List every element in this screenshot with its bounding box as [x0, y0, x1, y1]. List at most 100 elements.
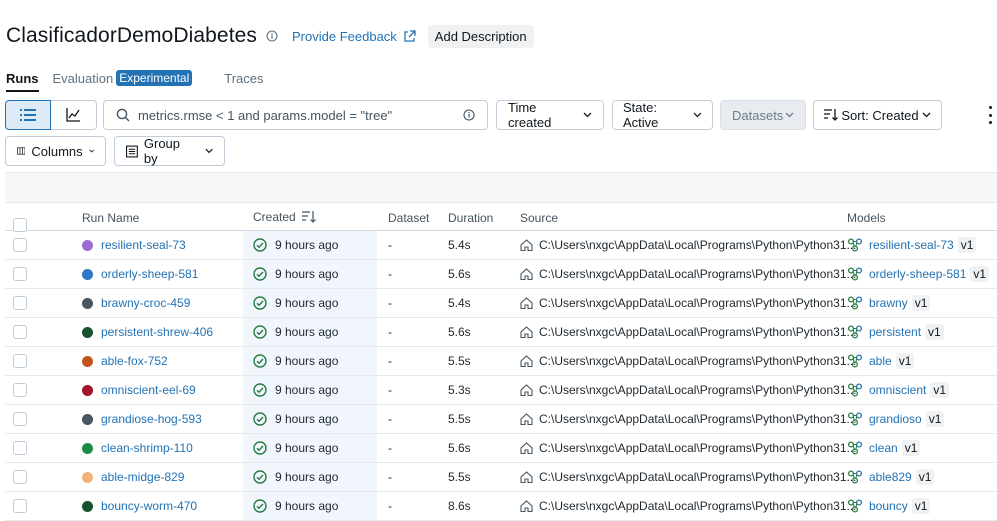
- run-name-link[interactable]: persistent-shrew-406: [101, 325, 213, 339]
- info-icon[interactable]: [266, 30, 278, 42]
- run-name-link[interactable]: omniscient-eel-69: [101, 383, 196, 397]
- run-name-cell[interactable]: able-midge-829: [82, 463, 184, 491]
- run-name-link[interactable]: able-midge-829: [101, 470, 184, 484]
- source-cell[interactable]: C:\Users\nxgc\AppData\Local\Programs\Pyt…: [520, 318, 857, 346]
- home-icon: [520, 355, 533, 367]
- sort-dropdown[interactable]: Sort: Created: [813, 100, 942, 130]
- header-dataset[interactable]: Dataset: [388, 211, 429, 225]
- created-time-text: 9 hours ago: [275, 441, 339, 455]
- models-cell[interactable]: omniscient v1: [847, 376, 950, 404]
- table-row[interactable]: orderly-sheep-581 9 hours ago - 5.6s C:\User…: [5, 260, 997, 289]
- table-header: Run Name Created Dataset Duration Source…: [5, 202, 997, 232]
- model-link[interactable]: brawny: [869, 296, 908, 310]
- header-run-name[interactable]: Run Name: [82, 211, 139, 225]
- table-row[interactable]: clean-shrimp-110 9 hours ago - 5.6s C:\Users…: [5, 434, 997, 463]
- model-link[interactable]: orderly-sheep-581: [869, 267, 966, 281]
- model-link[interactable]: persistent: [869, 325, 921, 339]
- columns-dropdown[interactable]: Columns: [5, 136, 106, 166]
- models-cell[interactable]: bouncy v1: [847, 492, 931, 520]
- check-circle-icon: [253, 499, 267, 513]
- table-row[interactable]: able-fox-752 9 hours ago - 5.5s C:\Users\nxg…: [5, 347, 997, 376]
- sort-descending-icon: [301, 211, 316, 223]
- search-input[interactable]: metrics.rmse < 1 and params.model = "tre…: [103, 100, 488, 130]
- models-cell[interactable]: orderly-sheep-581 v1: [847, 260, 990, 288]
- run-name-cell[interactable]: able-fox-752: [82, 347, 168, 375]
- models-cell[interactable]: brawny v1: [847, 289, 931, 317]
- models-cell[interactable]: resilient-seal-73 v1: [847, 231, 977, 259]
- table-row[interactable]: grandiose-hog-593 9 hours ago - 5.5s C:\User…: [5, 405, 997, 434]
- run-name-link[interactable]: clean-shrimp-110: [101, 441, 193, 455]
- add-description-button[interactable]: Add Description: [427, 24, 534, 48]
- tab-traces[interactable]: Traces: [224, 70, 263, 87]
- header-source[interactable]: Source: [520, 211, 558, 225]
- table-view-button[interactable]: [5, 100, 51, 130]
- row-checkbox[interactable]: [13, 347, 27, 375]
- models-cell[interactable]: able v1: [847, 347, 915, 375]
- source-cell[interactable]: C:\Users\nxgc\AppData\Local\Programs\Pyt…: [520, 463, 857, 491]
- page-title: ClasificadorDemoDiabetes: [6, 24, 258, 47]
- datasets-dropdown[interactable]: Datasets: [720, 100, 806, 130]
- source-cell[interactable]: C:\Users\nxgc\AppData\Local\Programs\Pyt…: [520, 434, 857, 462]
- model-link[interactable]: able: [869, 354, 892, 368]
- row-checkbox[interactable]: [13, 318, 27, 346]
- tab-runs[interactable]: Runs: [6, 70, 39, 92]
- run-name-cell[interactable]: grandiose-hog-593: [82, 405, 202, 433]
- run-name-cell[interactable]: persistent-shrew-406: [82, 318, 213, 346]
- model-link[interactable]: omniscient: [869, 383, 926, 397]
- more-options-icon[interactable]: [985, 106, 995, 124]
- model-link[interactable]: bouncy: [869, 499, 908, 513]
- model-link[interactable]: resilient-seal-73: [869, 238, 954, 252]
- table-row[interactable]: bouncy-worm-470 9 hours ago - 8.6s C:\Users\…: [5, 492, 997, 521]
- run-name-link[interactable]: resilient-seal-73: [101, 238, 186, 252]
- table-row[interactable]: persistent-shrew-406 9 hours ago - 5.6s C:\U…: [5, 318, 997, 347]
- models-cell[interactable]: persistent v1: [847, 318, 944, 346]
- row-checkbox[interactable]: [13, 376, 27, 404]
- models-cell[interactable]: clean v1: [847, 434, 921, 462]
- source-cell[interactable]: C:\Users\nxgc\AppData\Local\Programs\Pyt…: [520, 260, 857, 288]
- info-icon[interactable]: [463, 109, 475, 121]
- time-created-dropdown[interactable]: Time created: [496, 100, 604, 130]
- chart-view-button[interactable]: [51, 100, 97, 130]
- run-name-link[interactable]: grandiose-hog-593: [101, 412, 202, 426]
- header-created[interactable]: Created: [253, 210, 316, 224]
- row-checkbox[interactable]: [13, 405, 27, 433]
- row-checkbox[interactable]: [13, 463, 27, 491]
- source-cell[interactable]: C:\Users\nxgc\AppData\Local\Programs\Pyt…: [520, 289, 857, 317]
- run-name-cell[interactable]: resilient-seal-73: [82, 231, 186, 259]
- duration-cell: 5.6s: [448, 325, 471, 339]
- table-row[interactable]: omniscient-eel-69 9 hours ago - 5.3s C:\User…: [5, 376, 997, 405]
- group-by-dropdown[interactable]: Group by: [114, 136, 225, 166]
- run-name-link[interactable]: able-fox-752: [101, 354, 168, 368]
- model-link[interactable]: clean: [869, 441, 898, 455]
- table-row[interactable]: resilient-seal-73 9 hours ago - 5.4s C:\User…: [5, 231, 997, 260]
- tab-evaluation[interactable]: Evaluation Experimental: [53, 70, 193, 86]
- source-cell[interactable]: C:\Users\nxgc\AppData\Local\Programs\Pyt…: [520, 405, 857, 433]
- row-checkbox[interactable]: [13, 492, 27, 520]
- header-models[interactable]: Models: [847, 211, 886, 225]
- row-checkbox[interactable]: [13, 289, 27, 317]
- run-name-cell[interactable]: bouncy-worm-470: [82, 492, 197, 520]
- run-name-cell[interactable]: orderly-sheep-581: [82, 260, 198, 288]
- row-checkbox[interactable]: [13, 434, 27, 462]
- models-cell[interactable]: able829 v1: [847, 463, 935, 491]
- run-name-link[interactable]: brawny-croc-459: [101, 296, 190, 310]
- header-duration[interactable]: Duration: [448, 211, 493, 225]
- run-name-cell[interactable]: omniscient-eel-69: [82, 376, 196, 404]
- model-link[interactable]: able829: [869, 470, 912, 484]
- row-checkbox[interactable]: [13, 231, 27, 259]
- table-row[interactable]: brawny-croc-459 9 hours ago - 5.4s C:\Users\…: [5, 289, 997, 318]
- run-name-cell[interactable]: brawny-croc-459: [82, 289, 190, 317]
- run-name-link[interactable]: orderly-sheep-581: [101, 267, 198, 281]
- source-cell[interactable]: C:\Users\nxgc\AppData\Local\Programs\Pyt…: [520, 376, 857, 404]
- run-name-cell[interactable]: clean-shrimp-110: [82, 434, 193, 462]
- source-cell[interactable]: C:\Users\nxgc\AppData\Local\Programs\Pyt…: [520, 347, 857, 375]
- row-checkbox[interactable]: [13, 260, 27, 288]
- run-name-link[interactable]: bouncy-worm-470: [101, 499, 197, 513]
- model-link[interactable]: grandioso: [869, 412, 922, 426]
- models-cell[interactable]: grandioso v1: [847, 405, 945, 433]
- table-row[interactable]: able-midge-829 9 hours ago - 5.5s C:\Users\n…: [5, 463, 997, 492]
- source-cell[interactable]: C:\Users\nxgc\AppData\Local\Programs\Pyt…: [520, 492, 857, 520]
- state-dropdown[interactable]: State: Active: [612, 100, 713, 130]
- source-cell[interactable]: C:\Users\nxgc\AppData\Local\Programs\Pyt…: [520, 231, 857, 259]
- provide-feedback-link[interactable]: Provide Feedback: [292, 29, 416, 44]
